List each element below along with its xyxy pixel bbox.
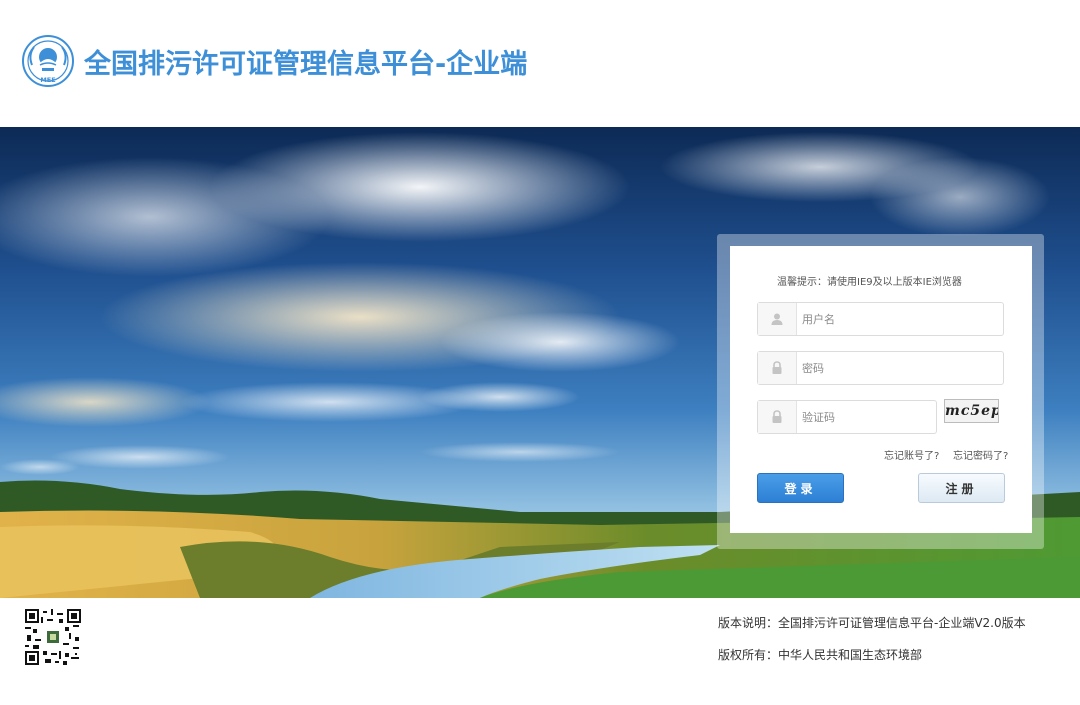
copyright-info: 版权所有：中华人民共和国生态环境部 (718, 648, 923, 662)
password-input[interactable] (802, 352, 992, 384)
qr-code-icon (25, 609, 81, 665)
captcha-field[interactable] (757, 400, 937, 434)
header: MEE 全国排污许可证管理信息平台-企业端 (0, 0, 1080, 127)
password-field[interactable] (757, 351, 1004, 385)
login-button[interactable]: 登录 (757, 473, 844, 503)
mee-emblem-icon: MEE (22, 35, 74, 87)
browser-notice: 温馨提示：请使用IE9及以上版本IE浏览器 (777, 277, 962, 288)
forgot-password-link[interactable]: 忘记密码了? (953, 447, 1008, 462)
logo-text: MEE (40, 76, 55, 84)
lock-icon (758, 352, 797, 384)
lock-icon (758, 401, 797, 433)
captcha-image[interactable]: mc5ep (944, 399, 999, 423)
captcha-input[interactable] (802, 401, 927, 433)
register-button[interactable]: 注册 (918, 473, 1005, 503)
site-title: 全国排污许可证管理信息平台-企业端 (84, 49, 528, 80)
forgot-account-link[interactable]: 忘记账号了? (884, 447, 939, 462)
user-icon (758, 303, 797, 335)
username-input[interactable] (802, 303, 992, 335)
version-info: 版本说明：全国排污许可证管理信息平台-企业端V2.0版本 (718, 616, 1026, 630)
username-field[interactable] (757, 302, 1004, 336)
